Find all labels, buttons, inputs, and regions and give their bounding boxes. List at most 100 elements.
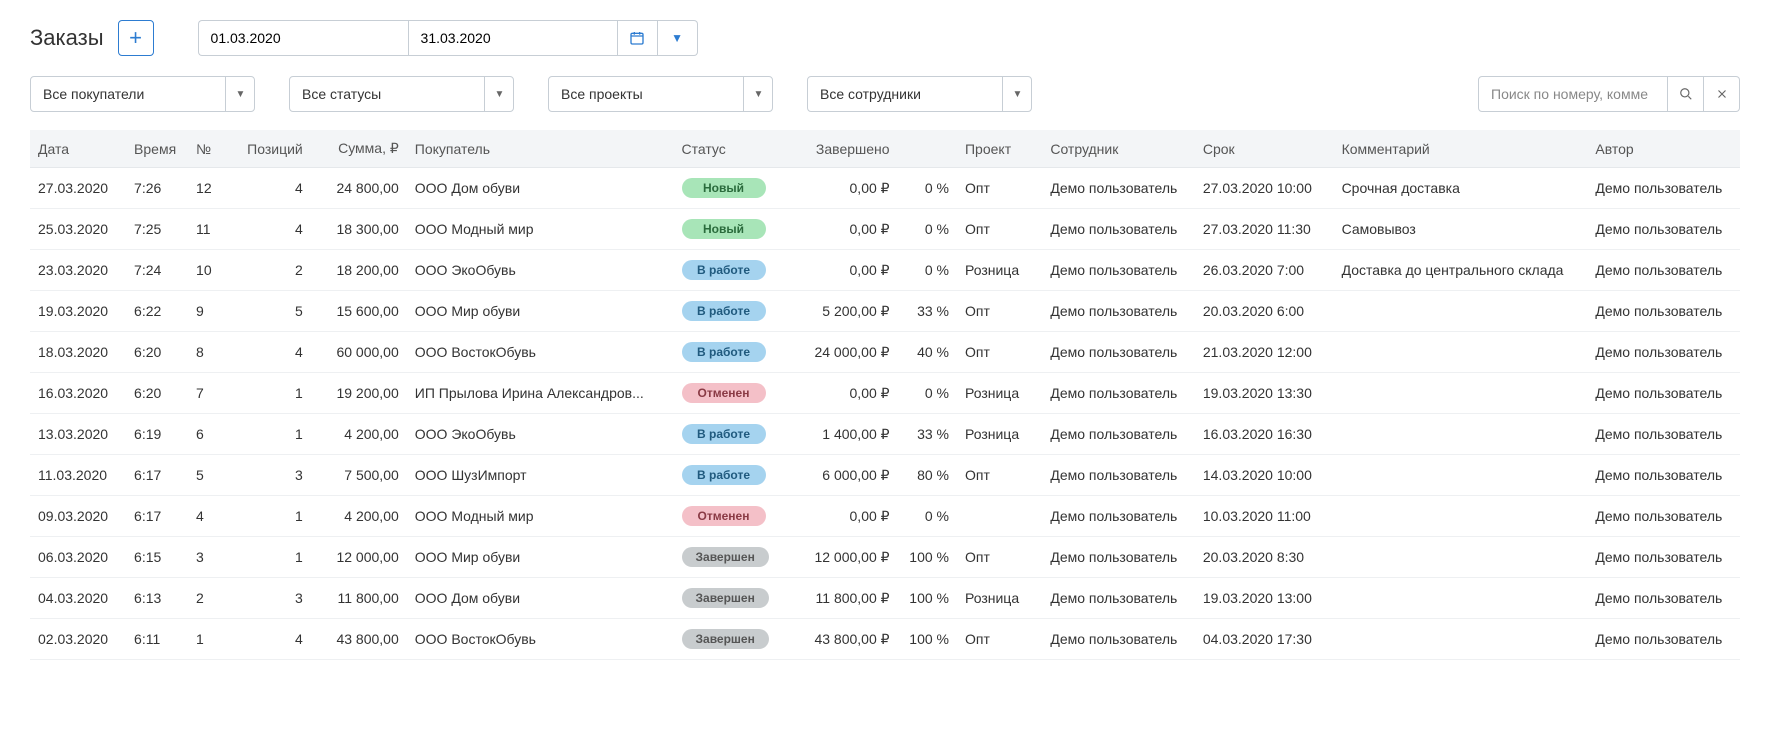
table-row[interactable]: 04.03.20206:132311 800,00ООО Дом обувиЗа… xyxy=(30,578,1740,619)
cell-positions: 4 xyxy=(231,168,311,209)
cell-employee: Демо пользователь xyxy=(1042,373,1195,414)
cell-buyer: ООО ШузИмпорт xyxy=(407,455,674,496)
cell-time: 6:15 xyxy=(126,537,188,578)
cell-author: Демо пользователь xyxy=(1587,537,1740,578)
cell-due: 27.03.2020 11:30 xyxy=(1195,209,1334,250)
search-group xyxy=(1478,76,1740,112)
cell-due: 16.03.2020 16:30 xyxy=(1195,414,1334,455)
col-author-header[interactable]: Автор xyxy=(1587,130,1740,168)
col-comment-header[interactable]: Комментарий xyxy=(1334,130,1588,168)
search-input[interactable] xyxy=(1478,76,1668,112)
cell-author: Демо пользователь xyxy=(1587,209,1740,250)
col-project-header[interactable]: Проект xyxy=(957,130,1042,168)
date-from-input[interactable] xyxy=(198,20,408,56)
cell-comment xyxy=(1334,414,1588,455)
cell-percent: 0 % xyxy=(898,250,957,291)
status-badge: Завершен xyxy=(682,588,769,608)
cell-project xyxy=(957,496,1042,537)
cell-time: 6:22 xyxy=(126,291,188,332)
cell-positions: 1 xyxy=(231,414,311,455)
cell-percent: 0 % xyxy=(898,496,957,537)
col-due-header[interactable]: Срок xyxy=(1195,130,1334,168)
cell-date: 25.03.2020 xyxy=(30,209,126,250)
cell-percent: 33 % xyxy=(898,414,957,455)
close-icon xyxy=(1715,87,1729,101)
table-row[interactable]: 23.03.20207:2410218 200,00ООО ЭкоОбувьВ … xyxy=(30,250,1740,291)
cell-percent: 100 % xyxy=(898,619,957,660)
cell-buyer: ООО Дом обуви xyxy=(407,578,674,619)
cell-done: 12 000,00 ₽ xyxy=(791,537,898,578)
date-preset-dropdown-button[interactable]: ▼ xyxy=(658,20,698,56)
cell-status: Новый xyxy=(674,209,791,250)
cell-num: 12 xyxy=(188,168,231,209)
cell-employee: Демо пользователь xyxy=(1042,455,1195,496)
plus-icon: + xyxy=(129,27,142,49)
top-toolbar: Заказы + ▼ xyxy=(30,20,1740,56)
cell-sum: 15 600,00 xyxy=(311,291,407,332)
employees-filter[interactable]: Все сотрудники ▼ xyxy=(807,76,1032,112)
table-row[interactable]: 06.03.20206:153112 000,00ООО Мир обувиЗа… xyxy=(30,537,1740,578)
table-row[interactable]: 13.03.20206:19614 200,00ООО ЭкоОбувьВ ра… xyxy=(30,414,1740,455)
cell-sum: 4 200,00 xyxy=(311,414,407,455)
cell-buyer: ООО Мир обуви xyxy=(407,291,674,332)
cell-comment xyxy=(1334,578,1588,619)
cell-buyer: ООО Модный мир xyxy=(407,496,674,537)
cell-positions: 4 xyxy=(231,209,311,250)
cell-sum: 19 200,00 xyxy=(311,373,407,414)
cell-employee: Демо пользователь xyxy=(1042,537,1195,578)
col-employee-header[interactable]: Сотрудник xyxy=(1042,130,1195,168)
cell-author: Демо пользователь xyxy=(1587,373,1740,414)
cell-date: 06.03.2020 xyxy=(30,537,126,578)
status-badge: Завершен xyxy=(682,629,769,649)
table-row[interactable]: 02.03.20206:111443 800,00ООО ВостокОбувь… xyxy=(30,619,1740,660)
table-row[interactable]: 18.03.20206:208460 000,00ООО ВостокОбувь… xyxy=(30,332,1740,373)
cell-due: 26.03.2020 7:00 xyxy=(1195,250,1334,291)
table-row[interactable]: 09.03.20206:17414 200,00ООО Модный мирОт… xyxy=(30,496,1740,537)
cell-sum: 24 800,00 xyxy=(311,168,407,209)
col-status-header[interactable]: Статус xyxy=(674,130,791,168)
col-sum-header[interactable]: Сумма, ₽ xyxy=(311,130,407,168)
cell-due: 10.03.2020 11:00 xyxy=(1195,496,1334,537)
cell-time: 6:13 xyxy=(126,578,188,619)
statuses-filter[interactable]: Все статусы ▼ xyxy=(289,76,514,112)
cell-buyer: ООО ВостокОбувь xyxy=(407,332,674,373)
cell-percent: 80 % xyxy=(898,455,957,496)
add-order-button[interactable]: + xyxy=(118,20,154,56)
cell-comment: Срочная доставка xyxy=(1334,168,1588,209)
table-row[interactable]: 11.03.20206:17537 500,00ООО ШузИмпортВ р… xyxy=(30,455,1740,496)
clear-search-button[interactable] xyxy=(1704,76,1740,112)
cell-sum: 11 800,00 xyxy=(311,578,407,619)
cell-project: Розница xyxy=(957,373,1042,414)
col-time-header[interactable]: Время xyxy=(126,130,188,168)
table-row[interactable]: 19.03.20206:229515 600,00ООО Мир обувиВ … xyxy=(30,291,1740,332)
col-date-header[interactable]: Дата xyxy=(30,130,126,168)
col-percent-header[interactable] xyxy=(898,130,957,168)
cell-buyer: ООО ЭкоОбувь xyxy=(407,250,674,291)
col-done-header[interactable]: Завершено xyxy=(791,130,898,168)
cell-author: Демо пользователь xyxy=(1587,578,1740,619)
buyers-filter[interactable]: Все покупатели ▼ xyxy=(30,76,255,112)
cell-sum: 18 300,00 xyxy=(311,209,407,250)
cell-positions: 5 xyxy=(231,291,311,332)
cell-done: 24 000,00 ₽ xyxy=(791,332,898,373)
table-row[interactable]: 25.03.20207:2511418 300,00ООО Модный мир… xyxy=(30,209,1740,250)
calendar-button[interactable] xyxy=(618,20,658,56)
cell-time: 6:19 xyxy=(126,414,188,455)
col-num-header[interactable]: № xyxy=(188,130,231,168)
cell-buyer: ООО Дом обуви xyxy=(407,168,674,209)
cell-date: 02.03.2020 xyxy=(30,619,126,660)
cell-sum: 18 200,00 xyxy=(311,250,407,291)
table-row[interactable]: 27.03.20207:2612424 800,00ООО Дом обувиН… xyxy=(30,168,1740,209)
cell-done: 1 400,00 ₽ xyxy=(791,414,898,455)
col-buyer-header[interactable]: Покупатель xyxy=(407,130,674,168)
projects-filter[interactable]: Все проекты ▼ xyxy=(548,76,773,112)
cell-employee: Демо пользователь xyxy=(1042,209,1195,250)
col-positions-header[interactable]: Позиций xyxy=(231,130,311,168)
cell-sum: 7 500,00 xyxy=(311,455,407,496)
table-row[interactable]: 16.03.20206:207119 200,00ИП Прылова Ирин… xyxy=(30,373,1740,414)
cell-project: Опт xyxy=(957,455,1042,496)
date-to-input[interactable] xyxy=(408,20,618,56)
search-button[interactable] xyxy=(1668,76,1704,112)
cell-status: Отменен xyxy=(674,496,791,537)
cell-due: 27.03.2020 10:00 xyxy=(1195,168,1334,209)
